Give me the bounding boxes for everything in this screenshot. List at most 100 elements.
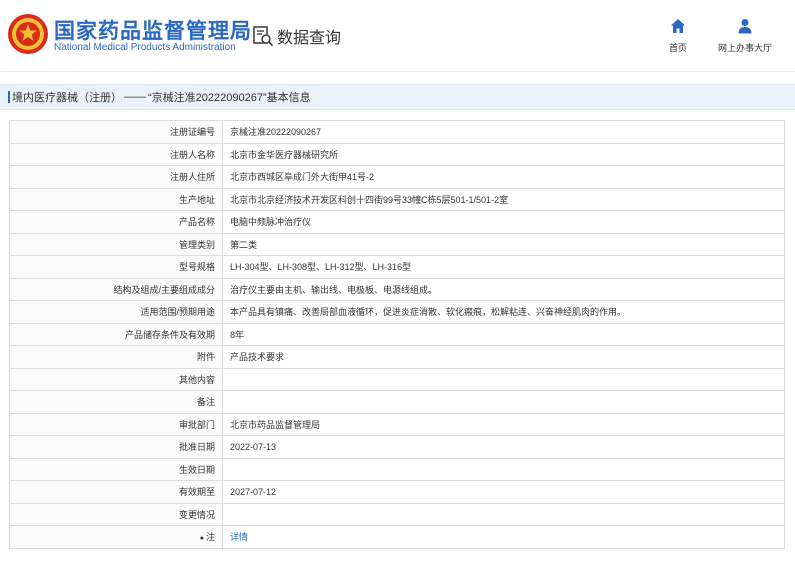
site-subtitle: National Medical Products Administration [54, 42, 236, 53]
field-value-text: 电脑中频脉冲治疗仪 [230, 217, 312, 228]
field-label-text: 审批部门 [178, 419, 215, 430]
field-value: 2022-07-13 [222, 435, 785, 459]
table-row: 其他内容 [9, 367, 785, 391]
field-label: 生产地址 [9, 187, 223, 211]
field-value: 治疗仪主要由主机、输出线、电极板、电源线组成。 [222, 277, 785, 301]
field-label-text: 适用范围/预期用途 [140, 307, 215, 318]
field-value: 北京市药品监督管理局 [222, 412, 785, 436]
table-row: 注册人住所 北京市西城区阜成门外大街甲41号-2 [9, 165, 785, 189]
page-title: “京械注准20222090267”基本信息 [148, 92, 311, 104]
breadcrumb-category-link[interactable]: 境内医疗器械（注册） [12, 89, 122, 105]
field-value: 第二类 [222, 232, 785, 256]
table-row: 结构及组成/主要组成成分 治疗仪主要由主机、输出线、电极板、电源线组成。 [9, 277, 785, 301]
data-query-label: 数据查询 [277, 30, 342, 47]
table-row: 备注 [9, 390, 785, 414]
table-row: 附件 产品技术要求 [9, 345, 785, 369]
table-row: 有效期至 2027-07-12 [9, 480, 785, 504]
field-label-text: 产品储存条件及有效期 [124, 329, 215, 340]
field-value [222, 457, 785, 481]
field-label: 有效期至 [9, 480, 223, 504]
field-value-text: 北京市北京经济技术开发区科创十四街99号33幢C栋5层501-1/501-2室 [230, 194, 509, 205]
field-label-text: 注册证编号 [169, 127, 215, 138]
field-label-text: 注册人住所 [169, 172, 215, 183]
nav-home[interactable]: 首页 [660, 18, 696, 56]
field-label-text: 生产地址 [178, 194, 215, 205]
info-table: 注册证编号 京械注准20222090267 注册人名称 北京市金华医疗器械研究所 注册人… [9, 120, 785, 549]
field-label: 其他内容 [9, 367, 223, 391]
field-label-text: 注册人名称 [169, 149, 215, 160]
table-row: 生产地址 北京市北京经济技术开发区科创十四街99号33幢C栋5层501-1/501… [9, 187, 785, 211]
field-label: 附件 [9, 345, 223, 369]
field-label: 变更情况 [9, 502, 223, 526]
breadcrumb: 境内医疗器械（注册） —— “京械注准20222090267”基本信息 [0, 84, 795, 110]
field-value: 北京市北京经济技术开发区科创十四街99号33幢C栋5层501-1/501-2室 [222, 187, 785, 211]
field-label: 备注 [9, 390, 223, 414]
table-row: 型号规格 LH-304型、LH-308型、LH-312型、LH-316型 [9, 255, 785, 279]
field-label-text: 变更情况 [178, 509, 215, 520]
field-label: 注册人名称 [9, 142, 223, 166]
table-row: 注册证编号 京械注准20222090267 [9, 120, 785, 144]
field-value-text: 第二类 [230, 239, 258, 250]
table-row: 注册人名称 北京市金华医疗器械研究所 [9, 142, 785, 166]
field-value: 产品技术要求 [222, 345, 785, 369]
breadcrumb-separator: —— [124, 91, 146, 103]
field-value: 2027-07-12 [222, 480, 785, 504]
site-header: 国家药品监督管理局 National Medical Products Admi… [0, 0, 795, 72]
field-label-text: 批准日期 [178, 442, 215, 453]
site-title[interactable]: 国家药品监督管理局 [54, 15, 252, 45]
field-label: 结构及组成/主要组成成分 [9, 277, 223, 301]
search-document-icon [253, 26, 274, 47]
field-label-text: 附件 [196, 352, 215, 363]
field-value-text: 8年 [230, 329, 245, 340]
field-label-text: 注 [205, 532, 215, 543]
table-row: 产品名称 电脑中频脉冲治疗仪 [9, 210, 785, 234]
field-value-text: 治疗仪主要由主机、输出线、电极板、电源线组成。 [230, 284, 438, 295]
user-icon [738, 19, 752, 34]
field-label: 型号规格 [9, 255, 223, 279]
field-value-text: 京械注准20222090267 [230, 127, 322, 138]
field-label: 产品储存条件及有效期 [9, 322, 223, 346]
field-label: 批准日期 [9, 435, 223, 459]
table-row: 生效日期 [9, 457, 785, 481]
bullet-icon: ● [199, 535, 204, 543]
table-row: 变更情况 [9, 502, 785, 526]
table-row: 批准日期 2022-07-13 [9, 435, 785, 459]
info-table-body: 注册证编号 京械注准20222090267 注册人名称 北京市金华医疗器械研究所 注册人… [9, 120, 785, 549]
field-value-text: 北京市金华医疗器械研究所 [230, 149, 339, 160]
national-emblem-icon[interactable] [6, 12, 50, 56]
field-value-text: 北京市西城区阜成门外大街甲41号-2 [230, 172, 375, 183]
field-value: 详情 [222, 525, 785, 549]
field-value: 北京市西城区阜成门外大街甲41号-2 [222, 165, 785, 189]
home-icon [671, 19, 685, 33]
section-marker-icon [8, 91, 10, 103]
field-label: 生效日期 [9, 457, 223, 481]
field-label: 产品名称 [9, 210, 223, 234]
nav-online-office-label: 网上办事大厅 [717, 43, 772, 53]
field-label-text: 管理类别 [178, 239, 215, 250]
field-label: 适用范围/预期用途 [9, 300, 223, 324]
field-value: 电脑中频脉冲治疗仪 [222, 210, 785, 234]
field-value: 本产品具有镇痛、改善局部血液循环，促进炎症消散、软化瘢痕，松解粘连、兴奋神经肌肉… [222, 300, 785, 324]
field-label-text: 备注 [196, 397, 215, 408]
field-value [222, 502, 785, 526]
field-label-text: 结构及组成/主要组成成分 [113, 284, 215, 295]
field-label: 注册人住所 [9, 165, 223, 189]
field-value-text: LH-304型、LH-308型、LH-312型、LH-316型 [230, 262, 412, 273]
field-label: 管理类别 [9, 232, 223, 256]
field-label: 审批部门 [9, 412, 223, 436]
field-label-text: 其他内容 [178, 374, 215, 385]
table-row: 审批部门 北京市药品监督管理局 [9, 412, 785, 436]
info-table-wrapper: 注册证编号 京械注准20222090267 注册人名称 北京市金华医疗器械研究所 注册人… [9, 120, 786, 549]
field-label-text: 型号规格 [178, 262, 215, 273]
table-row: ● 注 详情 [9, 525, 785, 549]
field-label: 注册证编号 [9, 120, 223, 144]
field-value-text: 北京市药品监督管理局 [230, 419, 321, 430]
field-value: 京械注准20222090267 [222, 120, 785, 144]
field-value: 北京市金华医疗器械研究所 [222, 142, 785, 166]
details-link[interactable]: 详情 [230, 532, 248, 542]
nav-online-office[interactable]: 网上办事大厅 [712, 18, 778, 56]
nav-home-label: 首页 [668, 43, 687, 53]
data-query-link[interactable]: 数据查询 [252, 23, 341, 49]
field-value-text: 2022-07-13 [230, 441, 277, 452]
